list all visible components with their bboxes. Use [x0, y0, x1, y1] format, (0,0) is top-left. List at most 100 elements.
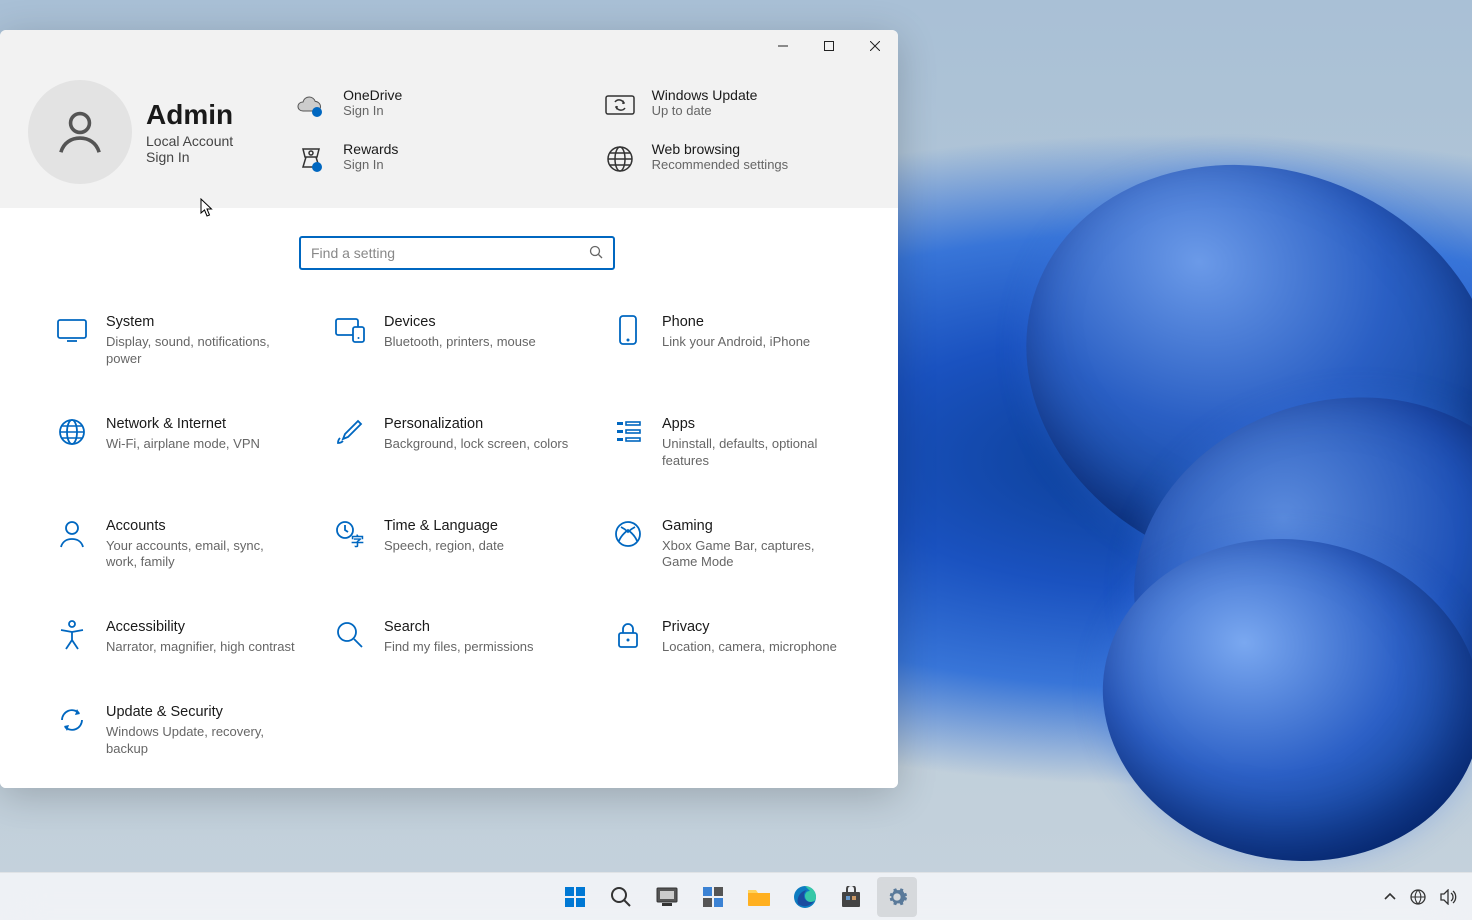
category-title: System — [106, 314, 296, 330]
category-time-language[interactable]: 字 Time & LanguageSpeech, region, date — [334, 518, 574, 572]
chevron-up-icon — [1384, 892, 1396, 902]
tile-windows-update[interactable]: Windows Update Up to date — [602, 87, 870, 123]
xbox-icon — [612, 518, 644, 550]
close-icon — [870, 41, 880, 51]
tile-title: Windows Update — [652, 87, 758, 103]
category-title: Devices — [384, 314, 536, 330]
rewards-icon — [293, 141, 329, 177]
apps-icon — [612, 416, 644, 448]
category-title: Accessibility — [106, 619, 295, 635]
window-titlebar — [0, 30, 898, 62]
taskbar-center — [555, 877, 917, 917]
search-icon[interactable] — [589, 245, 603, 262]
category-title: Privacy — [662, 619, 837, 635]
category-gaming[interactable]: GamingXbox Game Bar, captures, Game Mode — [612, 518, 852, 572]
category-sub: Display, sound, notifications, power — [106, 334, 296, 368]
tile-onedrive[interactable]: OneDrive Sign In — [293, 87, 561, 123]
category-sub: Your accounts, email, sync, work, family — [106, 538, 296, 572]
category-phone[interactable]: PhoneLink your Android, iPhone — [612, 314, 852, 368]
category-title: Search — [384, 619, 534, 635]
category-devices[interactable]: DevicesBluetooth, printers, mouse — [334, 314, 574, 368]
taskbar-settings-button[interactable] — [877, 877, 917, 917]
search-icon — [334, 619, 366, 651]
user-account-type: Local Account — [146, 133, 233, 149]
category-grid: System Display, sound, notifications, pow… — [56, 314, 858, 758]
taskbar-start-button[interactable] — [555, 877, 595, 917]
person-icon — [56, 518, 88, 550]
tray-volume-button[interactable] — [1436, 883, 1462, 911]
tile-sub: Sign In — [343, 157, 398, 172]
tray-overflow-button[interactable] — [1380, 886, 1400, 908]
settings-content: System Display, sound, notifications, pow… — [0, 208, 898, 788]
gear-icon — [886, 886, 908, 908]
category-sub: Windows Update, recovery, backup — [106, 724, 296, 758]
globe-icon — [56, 416, 88, 448]
category-sub: Wi-Fi, airplane mode, VPN — [106, 436, 260, 453]
taskbar-widgets-button[interactable] — [693, 877, 733, 917]
category-sub: Background, lock screen, colors — [384, 436, 568, 453]
category-title: Time & Language — [384, 518, 504, 534]
wallpaper-bloom — [822, 120, 1472, 820]
category-sub: Find my files, permissions — [384, 639, 534, 656]
tray-network-button[interactable] — [1406, 883, 1430, 911]
tile-sub: Recommended settings — [652, 157, 789, 172]
store-icon — [840, 886, 862, 908]
category-accounts[interactable]: Accounts Your accounts, email, sync, work… — [56, 518, 296, 572]
tile-web-browsing[interactable]: Web browsing Recommended settings — [602, 141, 870, 177]
onedrive-icon — [293, 87, 329, 123]
category-personalization[interactable]: Personalization Background, lock screen, … — [334, 416, 574, 470]
search-box[interactable] — [299, 236, 615, 270]
tile-title: Rewards — [343, 141, 398, 157]
category-sub: Uninstall, defaults, optional features — [662, 436, 852, 470]
maximize-button[interactable] — [806, 30, 852, 62]
tile-title: OneDrive — [343, 87, 402, 103]
category-update-security[interactable]: Update & Security Windows Update, recover… — [56, 704, 296, 758]
tile-sub: Up to date — [652, 103, 758, 118]
category-title: Apps — [662, 416, 852, 432]
lock-icon — [612, 619, 644, 651]
category-network[interactable]: Network & Internet Wi-Fi, airplane mode, … — [56, 416, 296, 470]
taskbar-store-button[interactable] — [831, 877, 871, 917]
folder-icon — [747, 887, 771, 907]
header-tiles: OneDrive Sign In Windows Update Up to da… — [293, 87, 870, 177]
tile-rewards[interactable]: Rewards Sign In — [293, 141, 561, 177]
settings-window: Admin Local Account Sign In OneDrive Sig… — [0, 30, 898, 788]
category-title: Network & Internet — [106, 416, 260, 432]
user-block[interactable]: Admin Local Account Sign In — [28, 80, 233, 184]
search-input[interactable] — [311, 245, 589, 261]
search-icon — [610, 886, 632, 908]
category-sub: Location, camera, microphone — [662, 639, 837, 656]
category-title: Accounts — [106, 518, 296, 534]
settings-header: Admin Local Account Sign In OneDrive Sig… — [0, 62, 898, 208]
taskbar — [0, 872, 1472, 920]
user-sign-in-link[interactable]: Sign In — [146, 149, 233, 165]
category-apps[interactable]: Apps Uninstall, defaults, optional featur… — [612, 416, 852, 470]
phone-icon — [612, 314, 644, 346]
category-privacy[interactable]: Privacy Location, camera, microphone — [612, 619, 852, 656]
category-system[interactable]: System Display, sound, notifications, pow… — [56, 314, 296, 368]
task-view-icon — [656, 887, 678, 907]
globe-icon — [602, 141, 638, 177]
edge-icon — [793, 885, 817, 909]
category-title: Phone — [662, 314, 810, 330]
category-accessibility[interactable]: Accessibility Narrator, magnifier, high c… — [56, 619, 296, 656]
system-tray — [1380, 883, 1462, 911]
taskbar-explorer-button[interactable] — [739, 877, 779, 917]
minimize-button[interactable] — [760, 30, 806, 62]
taskbar-search-button[interactable] — [601, 877, 641, 917]
taskbar-edge-button[interactable] — [785, 877, 825, 917]
category-title: Personalization — [384, 416, 568, 432]
category-sub: Narrator, magnifier, high contrast — [106, 639, 295, 656]
speaker-icon — [1440, 889, 1458, 905]
user-avatar — [28, 80, 132, 184]
category-title: Update & Security — [106, 704, 296, 720]
update-icon — [602, 87, 638, 123]
windows-start-icon — [563, 885, 587, 909]
sync-icon — [56, 704, 88, 736]
category-sub: Xbox Game Bar, captures, Game Mode — [662, 538, 852, 572]
close-button[interactable] — [852, 30, 898, 62]
taskbar-task-view-button[interactable] — [647, 877, 687, 917]
svg-text:字: 字 — [351, 534, 364, 548]
category-search[interactable]: Search Find my files, permissions — [334, 619, 574, 656]
person-icon — [53, 105, 107, 159]
